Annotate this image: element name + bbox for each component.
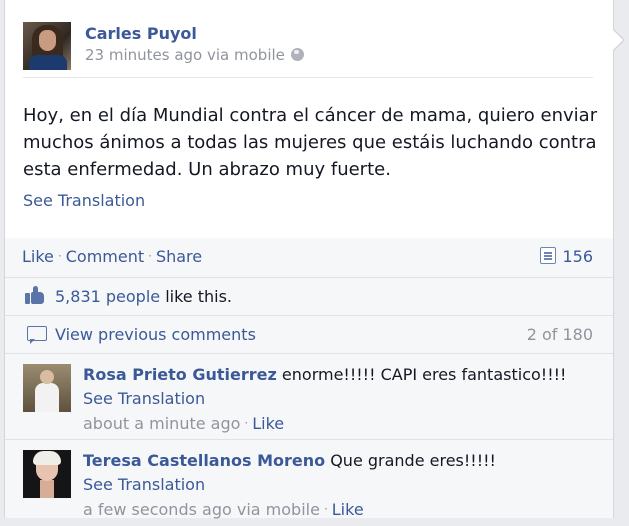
separator-dot: · (148, 249, 152, 263)
commenter-avatar[interactable] (23, 364, 71, 412)
feedback-section: Like · Comment · Share 156 5,831 people like… (5, 238, 613, 519)
comment-see-translation-link[interactable]: See Translation (83, 389, 205, 408)
comment-text: enorme!!!!! CAPI eres fantastico!!!! (276, 365, 567, 384)
thumbs-up-icon (25, 286, 45, 304)
comment-count-value: 156 (562, 247, 593, 266)
comment-like-button[interactable]: Like (332, 500, 364, 519)
likes-row: 5,831 people like this. (5, 277, 613, 316)
comment-body: Teresa Castellanos Moreno Que grande ere… (83, 449, 603, 522)
globe-icon[interactable] (290, 48, 304, 61)
comment-bubble-icon (27, 326, 47, 344)
likes-suffix: like this. (160, 287, 233, 306)
likes-summary: 5,831 people like this. (55, 287, 232, 306)
post-message: Hoy, en el día Mundial contra el cáncer … (23, 105, 598, 180)
previous-comments-row: View previous comments 2 of 180 (5, 315, 613, 354)
comment-text: Que grande eres!!!!! (325, 451, 496, 470)
comment-button[interactable]: Comment (66, 247, 144, 266)
comment-see-translation-link[interactable]: See Translation (83, 475, 205, 494)
timeline-pointer (612, 28, 625, 52)
view-previous-comments-link[interactable]: View previous comments (55, 325, 256, 344)
author-name[interactable]: Carles Puyol (85, 24, 197, 43)
post-card: Carles Puyol 23 minutes ago via mobile H… (4, 0, 614, 519)
separator-dot: · (57, 249, 62, 263)
comment-count[interactable]: 156 (540, 247, 593, 266)
comment-item: Rosa Prieto Gutierrez enorme!!!!! CAPI e… (5, 353, 613, 440)
post-timestamp[interactable]: 23 minutes ago via mobile (85, 46, 285, 64)
like-button[interactable]: Like (22, 247, 54, 266)
author-avatar[interactable] (23, 22, 71, 70)
separator-dot: · (244, 416, 249, 430)
action-bar: Like · Comment · Share (22, 247, 202, 266)
post-meta: 23 minutes ago via mobile (85, 46, 304, 64)
likes-count-link[interactable]: 5,831 people (55, 287, 160, 306)
comment-item: Teresa Castellanos Moreno Que grande ere… (5, 439, 613, 526)
commenter-name[interactable]: Rosa Prieto Gutierrez (83, 365, 277, 384)
comment-timestamp[interactable]: a few seconds ago via mobile (83, 500, 320, 519)
comment-timestamp[interactable]: about a minute ago (83, 414, 240, 433)
see-translation-link[interactable]: See Translation (23, 191, 145, 210)
comments-pager: 2 of 180 (526, 325, 593, 344)
commenter-name[interactable]: Teresa Castellanos Moreno (83, 451, 325, 470)
comments-icon (540, 247, 557, 264)
post-header: Carles Puyol 23 minutes ago via mobile (23, 22, 593, 78)
share-button[interactable]: Share (156, 247, 202, 266)
separator-dot: · (323, 502, 328, 516)
comment-like-button[interactable]: Like (252, 414, 284, 433)
comment-body: Rosa Prieto Gutierrez enorme!!!!! CAPI e… (83, 363, 603, 436)
commenter-avatar[interactable] (23, 450, 71, 498)
